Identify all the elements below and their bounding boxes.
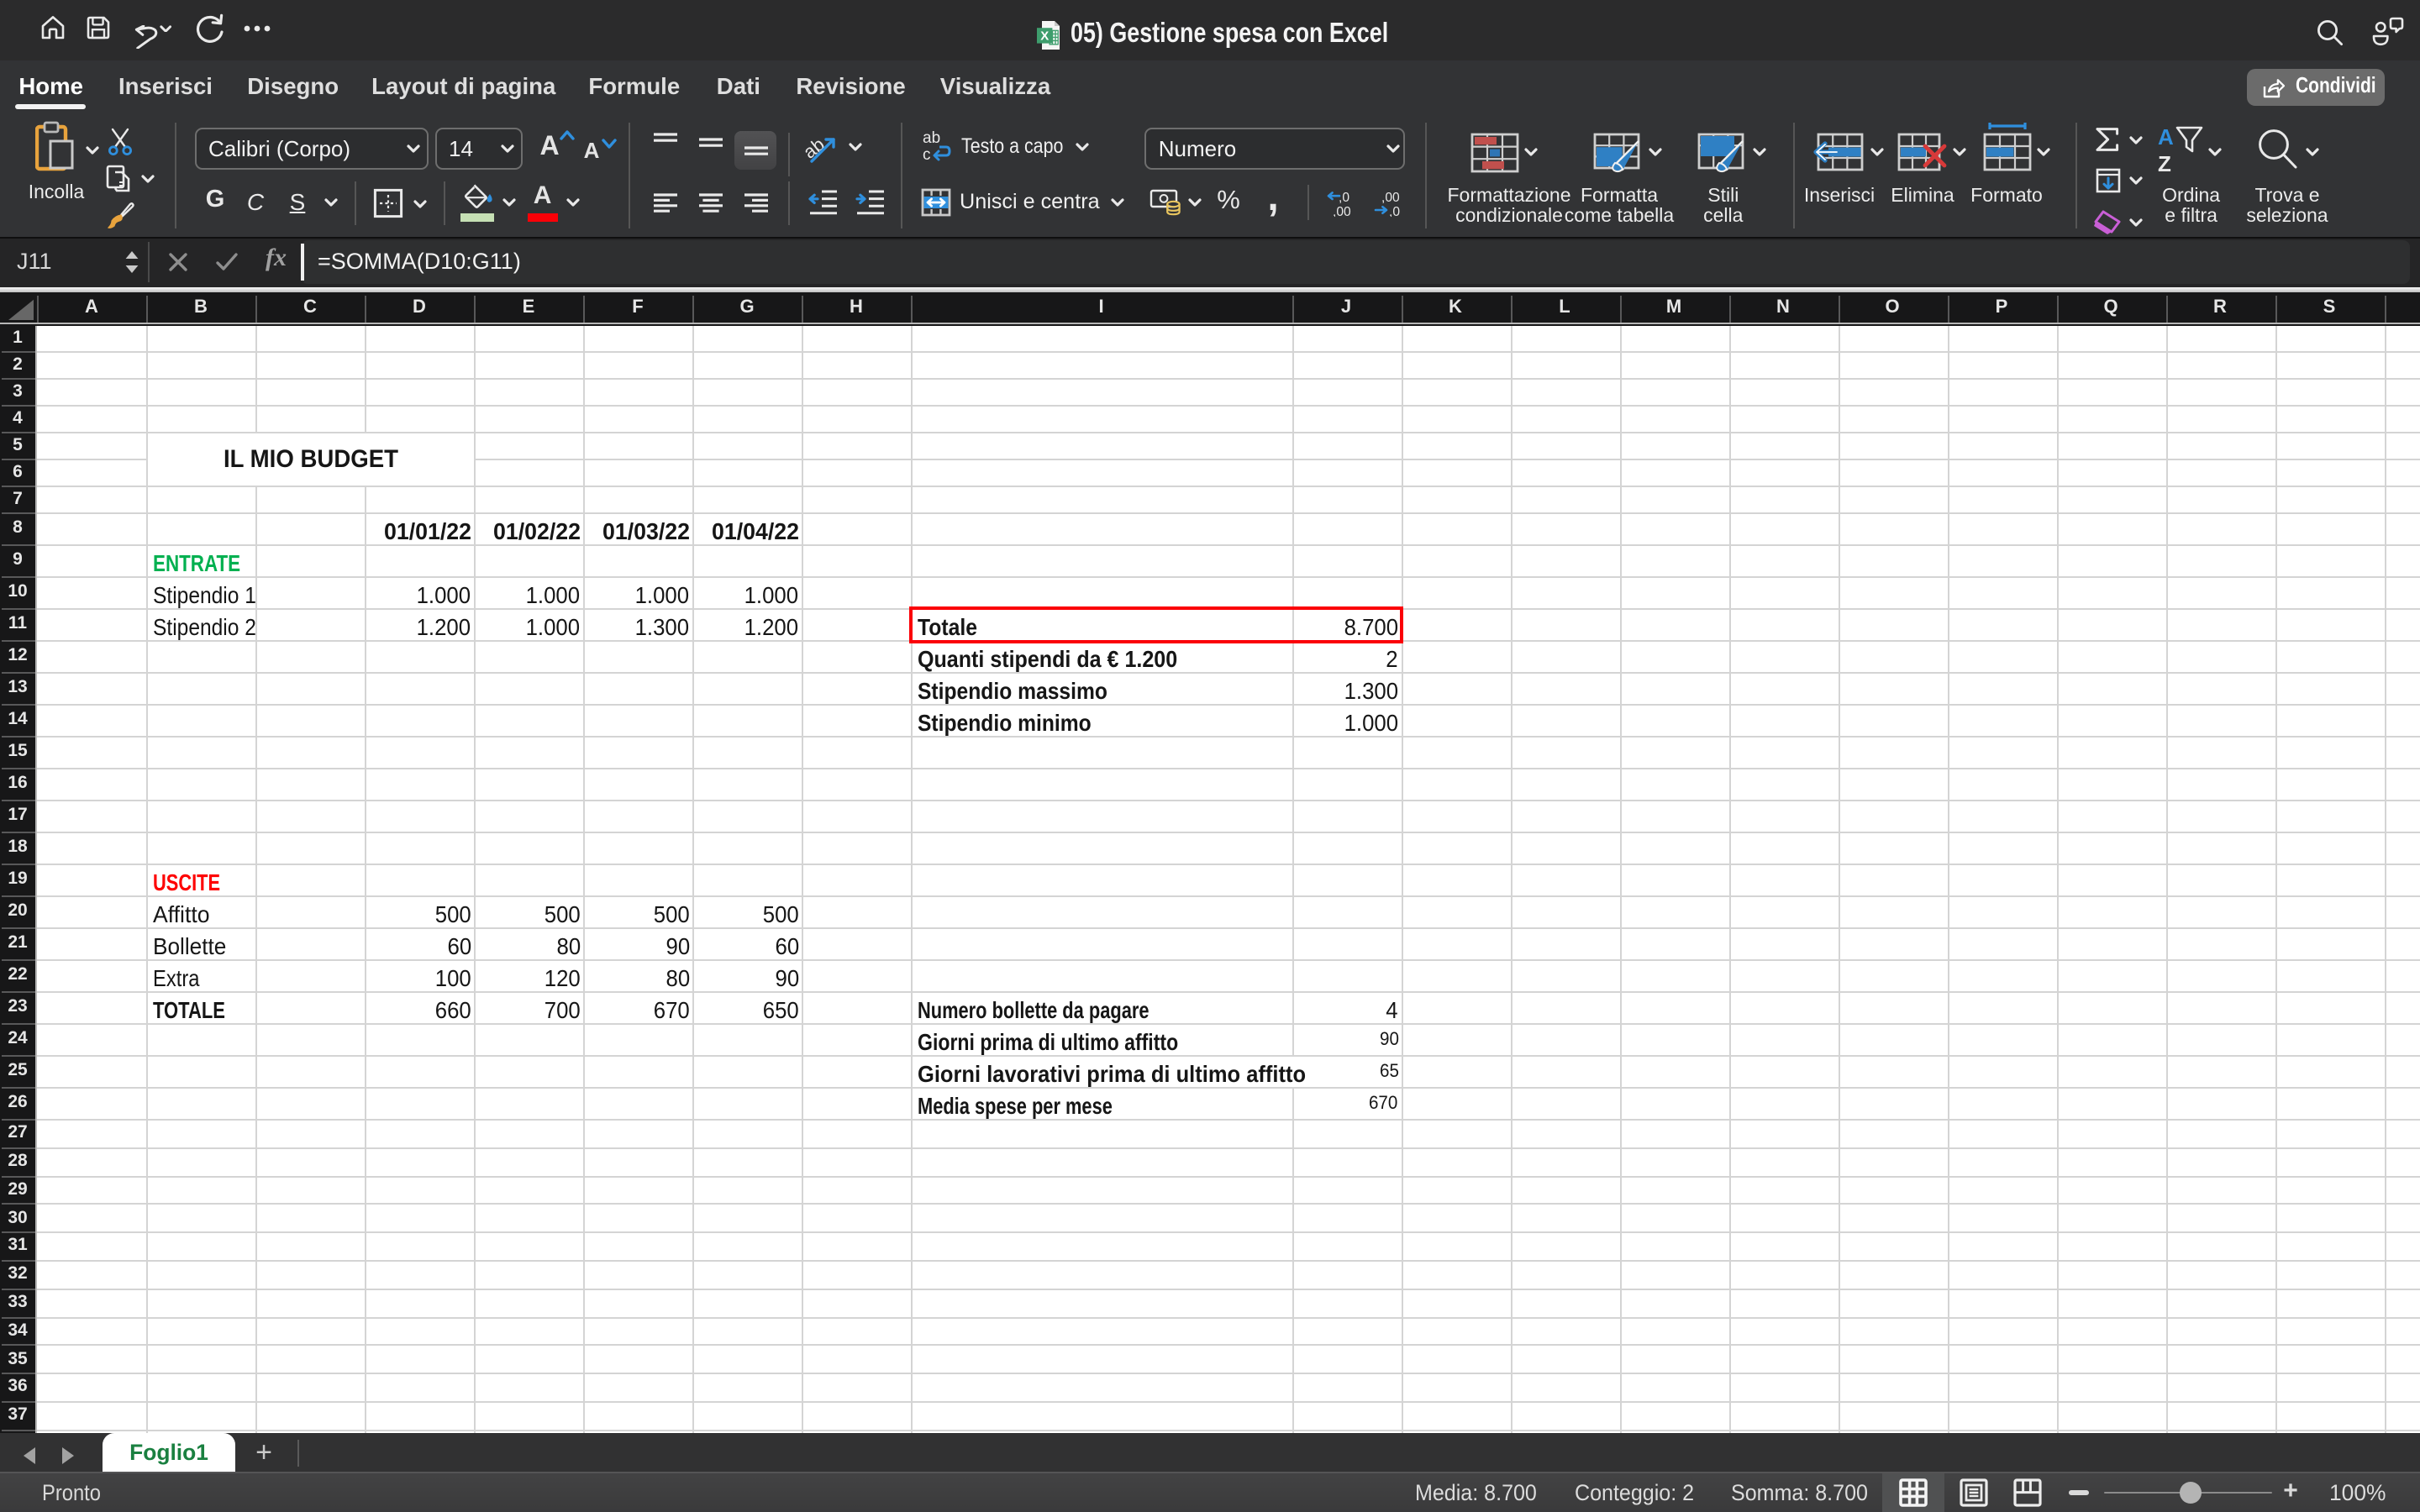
svg-text:,0: ,0 — [1389, 204, 1400, 216]
svg-text:,0: ,0 — [1339, 190, 1349, 204]
svg-text:A: A — [2158, 124, 2174, 150]
svg-text:X: X — [1040, 29, 1049, 43]
svg-text:Z: Z — [2158, 151, 2171, 176]
svg-text:,00: ,00 — [1333, 204, 1351, 216]
svg-text:,00: ,00 — [1381, 190, 1400, 204]
svg-text:c: c — [923, 146, 931, 164]
svg-text:ab: ab — [923, 129, 940, 147]
